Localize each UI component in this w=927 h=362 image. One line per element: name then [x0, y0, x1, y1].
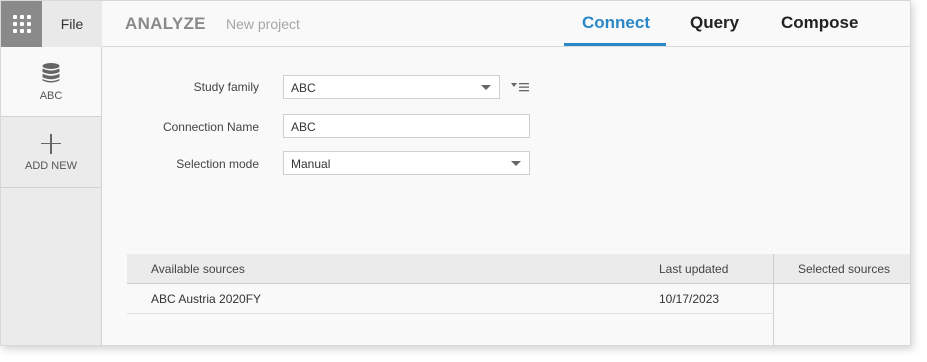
source-name: ABC Austria 2020FY: [151, 292, 262, 306]
sidebar-item-abc[interactable]: ABC: [1, 47, 101, 117]
app-window: File ANALYZE New project Connect Query C…: [0, 0, 911, 346]
sidebar-item-label: ABC: [39, 89, 63, 102]
last-updated-header[interactable]: Last updated: [659, 262, 728, 276]
app-launcher-button[interactable]: [1, 1, 42, 47]
file-menu-button[interactable]: File: [42, 1, 102, 47]
connection-name-label: Connection Name: [162, 120, 259, 134]
connection-name-input[interactable]: ABC: [283, 114, 530, 138]
sidebar-item-label: ADD NEW: [25, 159, 77, 172]
app-title: ANALYZE: [125, 14, 206, 33]
project-name[interactable]: New project: [226, 16, 300, 32]
selection-mode-value: Manual: [291, 157, 331, 171]
tab-compose[interactable]: Compose: [781, 13, 858, 33]
selection-mode-select[interactable]: Manual: [283, 151, 530, 175]
tab-query[interactable]: Query: [690, 13, 739, 33]
sidebar-item-add-new[interactable]: ADD NEW: [1, 118, 101, 188]
selected-sources-pane[interactable]: [774, 284, 910, 345]
pane-divider: [773, 254, 774, 345]
plus-icon: [41, 133, 61, 154]
active-tab-indicator: [564, 43, 666, 46]
study-family-label: Study family: [193, 80, 259, 94]
selected-sources-header: Selected sources: [798, 262, 891, 276]
chevron-down-icon: [511, 161, 521, 166]
available-sources-header[interactable]: Available sources: [151, 262, 245, 276]
database-icon: [42, 62, 60, 82]
table-header: Available sources Last updated Selected …: [127, 254, 910, 284]
filter-list-icon[interactable]: [511, 82, 529, 92]
study-family-value: ABC: [291, 81, 316, 95]
sources-table: Available sources Last updated Selected …: [127, 254, 910, 345]
grid-icon: [12, 15, 31, 33]
connection-name-value: ABC: [291, 120, 316, 134]
study-family-select[interactable]: ABC: [283, 75, 500, 99]
table-row[interactable]: ABC Austria 2020FY 10/17/2023: [127, 284, 773, 314]
chevron-down-icon: [481, 85, 491, 90]
sidebar: ABC ADD NEW: [1, 47, 102, 345]
tab-connect[interactable]: Connect: [582, 13, 650, 33]
source-last-updated: 10/17/2023: [659, 292, 720, 306]
selection-mode-label: Selection mode: [176, 157, 259, 171]
top-bar: File ANALYZE New project Connect Query C…: [1, 1, 910, 47]
